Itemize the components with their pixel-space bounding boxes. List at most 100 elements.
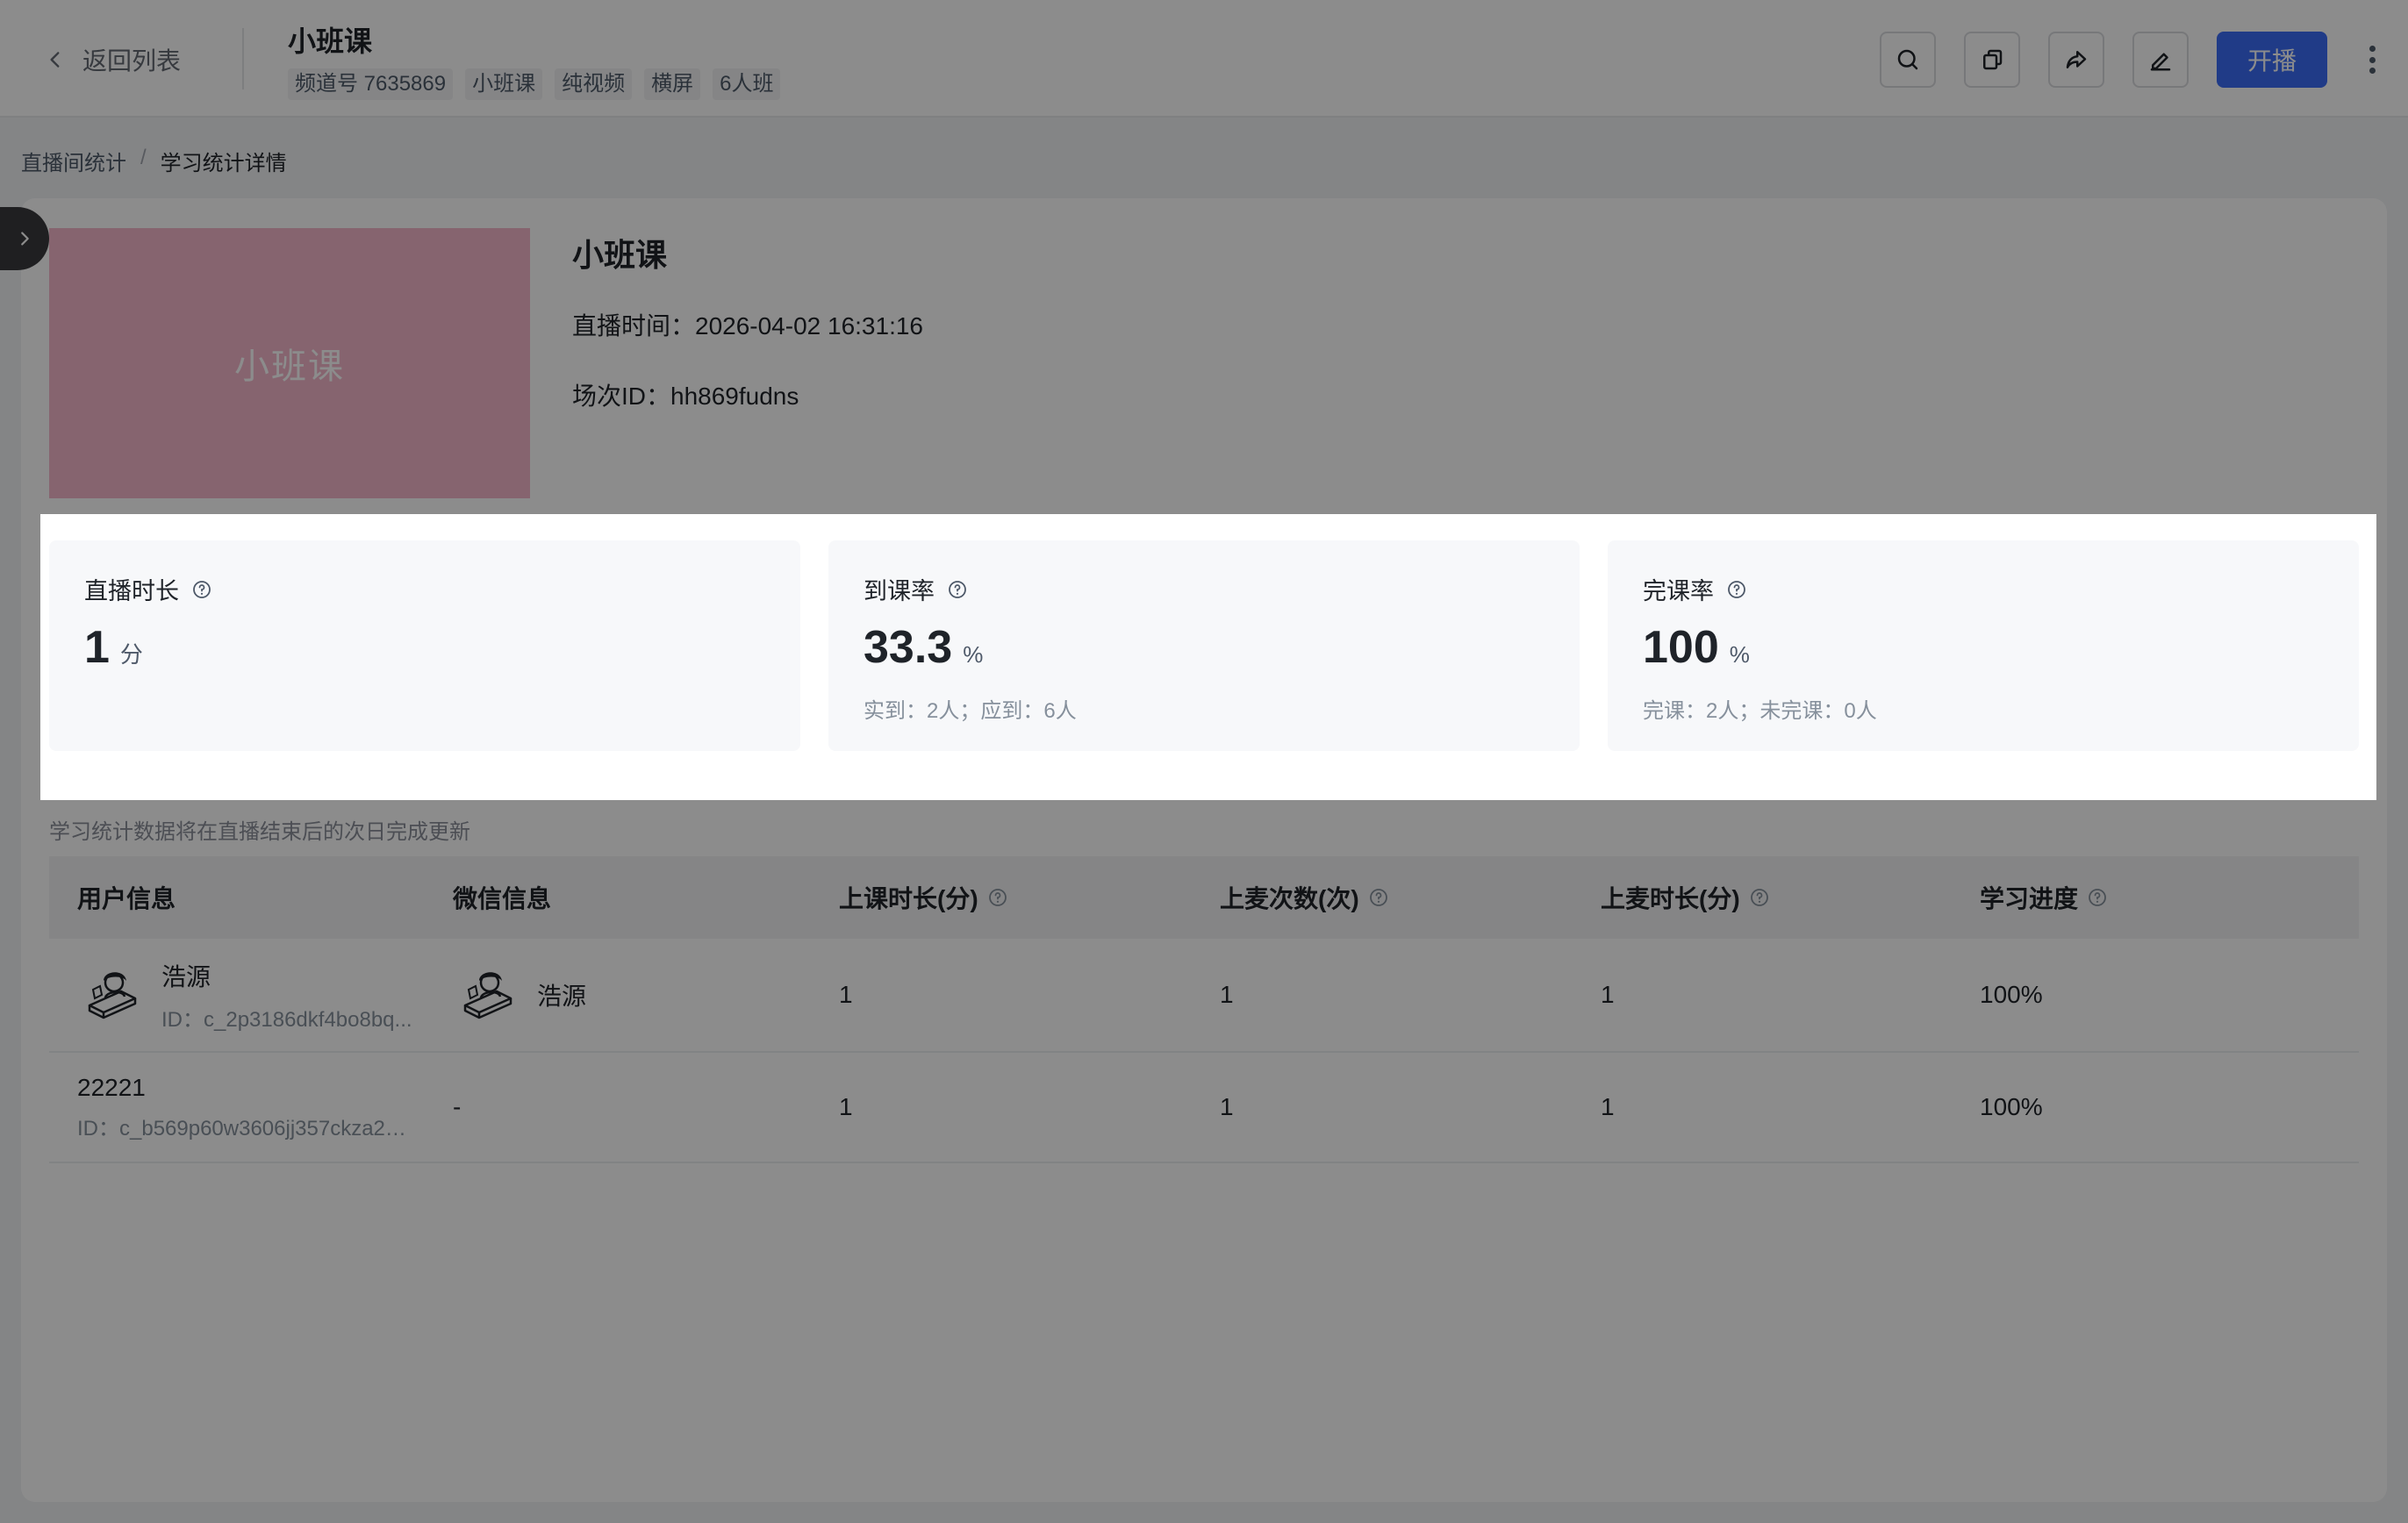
stat-label-text: 完课率 [1643,578,1714,604]
column-label: 上麦时长(分) [1601,885,1740,912]
column-user-info: 用户信息 [49,880,453,915]
help-icon[interactable] [987,887,1008,908]
table-header: 用户信息 微信信息 上课时长(分) 上麦次数(次) 上麦时长(分) 学习进度 [49,856,2359,939]
column-mic-count: 上麦次数(次) [1220,880,1601,915]
cell-mic-duration: 1 [1601,981,1615,1008]
user-name: 浩源 [161,962,211,990]
stat-value: 33.3 % [864,621,983,674]
stat-subtext: 实到：2人；应到：6人 [864,699,1077,723]
tag-scene: 小班课 [465,68,543,100]
help-icon[interactable] [191,579,212,600]
user-id: ID：c_2p3186dkf4bo8bq... [161,1007,412,1032]
help-icon[interactable] [1749,887,1770,908]
learning-stats-table: 用户信息 微信信息 上课时长(分) 上麦次数(次) 上麦时长(分) 学习进度 浩… [49,856,2359,1163]
copy-icon [1983,49,2003,70]
column-wechat-info: 微信信息 [453,880,839,915]
column-label: 上课时长(分) [839,885,978,912]
cell-user-info: 浩源 ID：c_2p3186dkf4bo8bq... [49,958,453,1033]
back-label: 返回列表 [82,47,182,75]
edit-icon [2150,53,2171,71]
stat-value: 100 % [1643,621,1750,674]
stat-attendance-rate: 到课率 33.3 % 实到：2人；应到：6人 [828,540,1580,751]
course-cover: 小班课 [49,228,530,498]
user-text: 22221 ID：c_b569p60w3606jj357ckza23... [77,1074,453,1141]
breadcrumb-current: 学习统计详情 [160,152,287,175]
help-icon[interactable] [1726,579,1747,600]
column-label: 用户信息 [77,885,176,912]
wechat-cell: 浩源 [453,960,839,1030]
stat-live-duration: 直播时长 1 分 [49,540,800,751]
more-options-button[interactable] [2359,39,2385,81]
chevron-right-icon [21,232,29,246]
copy-button[interactable] [1964,32,2020,88]
chevron-left-icon [50,52,60,68]
course-title: 小班课 [572,237,668,273]
column-label: 上麦次数(次) [1220,885,1359,912]
user-name: 22221 [77,1073,146,1101]
help-icon[interactable] [1368,887,1389,908]
stat-label-text: 直播时长 [84,578,179,604]
session-id: 场次ID：hh869fudns [572,383,799,410]
tag-channel-number: 频道号 7635869 [288,68,454,100]
stat-value: 1 分 [84,621,143,674]
avatar-icon [88,972,137,1019]
stat-label: 完课率 [1643,572,1747,606]
stat-completion-rate: 完课率 100 % 完课：2人；未完课：0人 [1608,540,2359,751]
live-time: 直播时间：2026-04-02 16:31:16 [572,312,923,340]
stat-number: 1 [84,622,110,673]
cell-wechat-info: 浩源 [453,960,839,1030]
tag-class-size: 6人班 [713,68,781,100]
cell-progress: 100% [1980,1093,2043,1120]
stat-unit: % [963,641,984,668]
cell-user-info: 22221 ID：c_b569p60w3606jj357ckza23... [49,1074,453,1141]
more-dot-icon [2369,68,2376,74]
stat-unit: % [1729,641,1750,668]
cell-wechat-info: - [453,1093,462,1120]
cell-mic-duration: 1 [1601,1093,1615,1120]
edit-button[interactable] [2132,32,2189,88]
tag-orientation: 横屏 [644,68,701,100]
user-cell: 浩源 ID：c_2p3186dkf4bo8bq... [77,958,453,1033]
cell-progress: 100% [1980,981,2043,1008]
stat-label-text: 到课率 [864,578,935,604]
stat-unit: 分 [119,641,143,668]
breadcrumb-parent-link[interactable]: 直播间统计 [21,146,126,176]
user-id: ID：c_b569p60w3606jj357ckza23... [77,1116,411,1140]
stat-label: 到课率 [864,572,968,606]
share-icon [2066,51,2087,68]
stat-number: 33.3 [864,622,953,673]
help-icon[interactable] [947,579,968,600]
channel-tags: 频道号 7635869 小班课 纯视频 横屏 6人班 [288,68,781,100]
cell-mic-count: 1 [1220,981,1234,1008]
column-label: 学习进度 [1980,885,2079,912]
page: 返回列表 小班课 频道号 7635869 小班课 纯视频 横屏 6人班 开播 直… [0,0,2408,1523]
share-button[interactable] [2048,32,2104,88]
help-icon[interactable] [2087,887,2108,908]
search-icon [1897,49,1918,70]
more-dot-icon [2369,56,2376,63]
channel-title: 小班课 [288,25,373,57]
tag-media-type: 纯视频 [555,68,633,100]
user-text: 浩源 ID：c_2p3186dkf4bo8bq... [161,958,412,1033]
column-mic-duration: 上麦时长(分) [1601,880,1980,915]
table-row: 22221 ID：c_b569p60w3606jj357ckza23... - … [49,1053,2359,1163]
cell-class-duration: 1 [839,981,853,1008]
cell-class-duration: 1 [839,1093,853,1120]
avatar-icon [463,972,512,1019]
more-dot-icon [2369,46,2376,52]
wechat-name: 浩源 [537,983,587,1010]
stat-number: 100 [1643,622,1719,673]
search-button[interactable] [1880,32,1936,88]
stat-subtext: 完课：2人；未完课：0人 [1643,699,1877,723]
back-to-list-button[interactable]: 返回列表 [44,40,181,79]
breadcrumb-separator: / [140,146,147,169]
column-label: 微信信息 [453,885,552,912]
cell-mic-count: 1 [1220,1093,1234,1120]
column-progress: 学习进度 [1980,880,2359,915]
header-divider [242,28,244,89]
top-header: 返回列表 小班课 频道号 7635869 小班课 纯视频 横屏 6人班 开播 [0,0,2408,118]
stat-label: 直播时长 [84,572,212,606]
header-toolbar: 开播 [1880,32,2327,88]
start-live-button[interactable]: 开播 [2217,32,2327,88]
breadcrumb: 直播间统计 / 学习统计详情 [21,146,287,176]
